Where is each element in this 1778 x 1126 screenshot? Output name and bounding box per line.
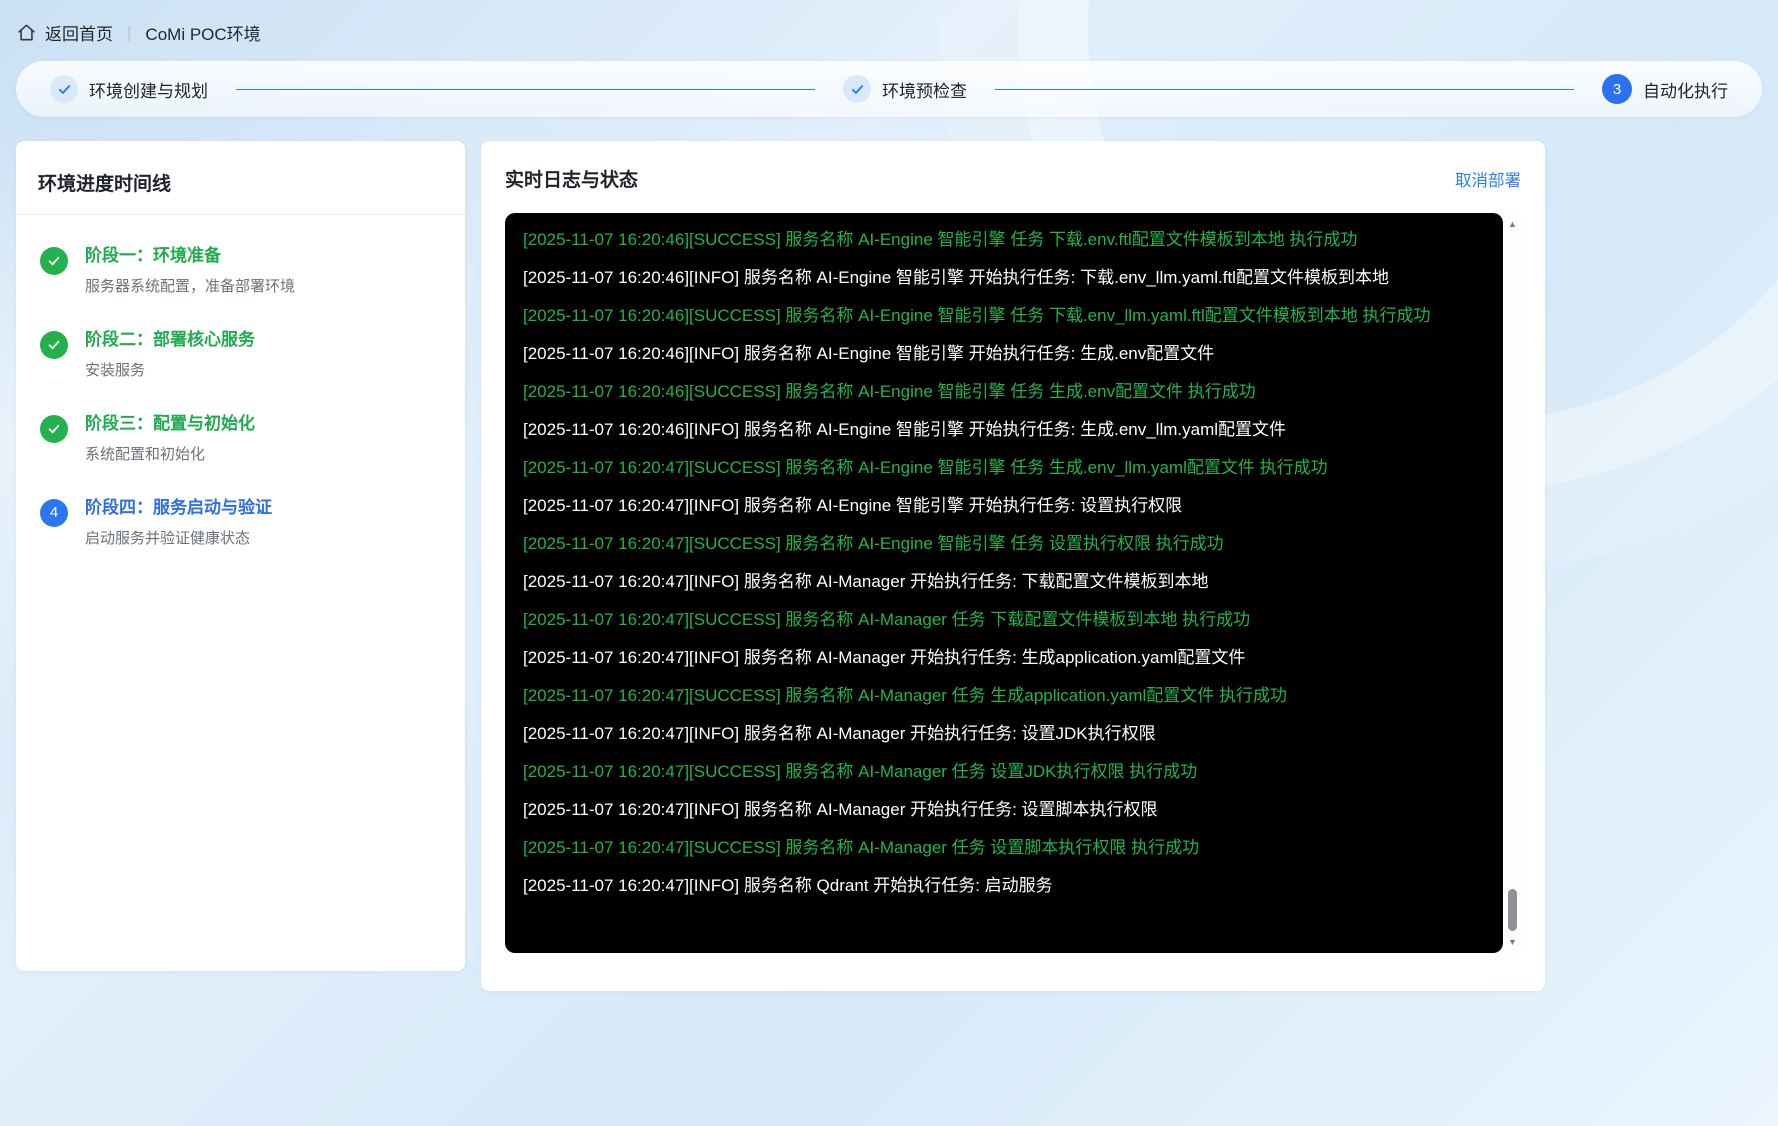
stage-item-2: 阶段二：部署核心服务 安装服务 xyxy=(40,329,441,380)
stage-item-1: 阶段一：环境准备 服务器系统配置，准备部署环境 xyxy=(40,245,441,296)
stage-1-subtitle: 服务器系统配置，准备部署环境 xyxy=(85,275,295,296)
stage-1-check-icon xyxy=(40,247,68,275)
stepper: 环境创建与规划 环境预检查 3 自动化执行 xyxy=(16,61,1762,117)
step-env-precheck[interactable]: 环境预检查 xyxy=(843,75,967,103)
log-line: [2025-11-07 16:20:47][SUCCESS] 服务名称 AI-M… xyxy=(523,753,1487,791)
step-connector-line xyxy=(236,89,815,90)
log-line: [2025-11-07 16:20:47][INFO] 服务名称 AI-Mana… xyxy=(523,715,1487,753)
step-env-create[interactable]: 环境创建与规划 xyxy=(50,75,208,103)
stage-2-subtitle: 安装服务 xyxy=(85,359,255,380)
topbar: 返回首页 | CoMi POC环境 xyxy=(0,0,1778,48)
log-line: [2025-11-07 16:20:47][SUCCESS] 服务名称 AI-M… xyxy=(523,677,1487,715)
stage-item-4: 4 阶段四：服务启动与验证 启动服务并验证健康状态 xyxy=(40,497,441,548)
step-1-label: 环境创建与规划 xyxy=(89,77,208,102)
log-panel: 实时日志与状态 取消部署 [2025-11-07 16:20:46][SUCCE… xyxy=(481,141,1545,991)
stage-3-title: 阶段三：配置与初始化 xyxy=(85,413,255,436)
log-scrollbar[interactable]: ▲ ▼ xyxy=(1504,213,1521,953)
log-panel-title: 实时日志与状态 xyxy=(505,165,638,192)
log-panel-header: 实时日志与状态 取消部署 xyxy=(481,141,1545,192)
log-line: [2025-11-07 16:20:46][SUCCESS] 服务名称 AI-E… xyxy=(523,373,1487,411)
main-content: 环境进度时间线 阶段一：环境准备 服务器系统配置，准备部署环境 xyxy=(16,141,1762,991)
page-title: CoMi POC环境 xyxy=(145,20,260,45)
stage-4-subtitle: 启动服务并验证健康状态 xyxy=(85,527,272,548)
log-line: [2025-11-07 16:20:47][INFO] 服务名称 AI-Mana… xyxy=(523,563,1487,601)
log-line: [2025-11-07 16:20:47][SUCCESS] 服务名称 AI-M… xyxy=(523,829,1487,867)
step-3-number-badge: 3 xyxy=(1602,74,1632,104)
log-line: [2025-11-07 16:20:47][SUCCESS] 服务名称 AI-E… xyxy=(523,525,1487,563)
deployment-page: 返回首页 | CoMi POC环境 环境创建与规划 环境预检查 3 自动化执行 … xyxy=(0,0,1778,1126)
stage-item-3: 阶段三：配置与初始化 系统配置和初始化 xyxy=(40,413,441,464)
scrollbar-thumb[interactable] xyxy=(1508,889,1517,931)
log-line: [2025-11-07 16:20:47][INFO] 服务名称 AI-Mana… xyxy=(523,791,1487,829)
step-connector-line xyxy=(995,89,1574,90)
stage-3-check-icon xyxy=(40,415,68,443)
stage-2-check-icon xyxy=(40,331,68,359)
log-line: [2025-11-07 16:20:47][SUCCESS] 服务名称 AI-M… xyxy=(523,601,1487,639)
log-line: [2025-11-07 16:20:46][SUCCESS] 服务名称 AI-E… xyxy=(523,221,1487,259)
timeline-panel: 环境进度时间线 阶段一：环境准备 服务器系统配置，准备部署环境 xyxy=(16,141,465,971)
log-line: [2025-11-07 16:20:46][SUCCESS] 服务名称 AI-E… xyxy=(523,297,1487,335)
log-line: [2025-11-07 16:20:47][INFO] 服务名称 AI-Mana… xyxy=(523,639,1487,677)
stage-2-title: 阶段二：部署核心服务 xyxy=(85,329,255,352)
stage-3-subtitle: 系统配置和初始化 xyxy=(85,443,255,464)
log-line: [2025-11-07 16:20:46][INFO] 服务名称 AI-Engi… xyxy=(523,335,1487,373)
step-1-check-icon xyxy=(50,75,78,103)
timeline-title: 环境进度时间线 xyxy=(16,141,465,214)
log-line: [2025-11-07 16:20:47][INFO] 服务名称 AI-Engi… xyxy=(523,487,1487,525)
log-line: [2025-11-07 16:20:47][SUCCESS] 服务名称 AI-E… xyxy=(523,449,1487,487)
step-auto-execute[interactable]: 3 自动化执行 xyxy=(1602,74,1728,104)
log-line: [2025-11-07 16:20:47][INFO] 服务名称 Qdrant … xyxy=(523,867,1487,905)
back-home-link[interactable]: 返回首页 xyxy=(16,20,113,45)
stage-1-title: 阶段一：环境准备 xyxy=(85,245,295,268)
log-line: [2025-11-07 16:20:46][INFO] 服务名称 AI-Engi… xyxy=(523,259,1487,297)
stage-4-title: 阶段四：服务启动与验证 xyxy=(85,497,272,520)
step-2-check-icon xyxy=(843,75,871,103)
step-2-label: 环境预检查 xyxy=(882,77,967,102)
log-viewport: [2025-11-07 16:20:46][SUCCESS] 服务名称 AI-E… xyxy=(505,213,1521,953)
cancel-deploy-button[interactable]: 取消部署 xyxy=(1455,167,1521,191)
back-home-label: 返回首页 xyxy=(45,20,113,45)
log-line: [2025-11-07 16:20:46][INFO] 服务名称 AI-Engi… xyxy=(523,411,1487,449)
stage-list: 阶段一：环境准备 服务器系统配置，准备部署环境 阶段二：部署核心服务 安装服务 xyxy=(16,215,465,548)
scroll-up-icon[interactable]: ▲ xyxy=(1504,219,1521,229)
log-console[interactable]: [2025-11-07 16:20:46][SUCCESS] 服务名称 AI-E… xyxy=(505,213,1503,953)
title-separator: | xyxy=(127,23,131,43)
step-3-label: 自动化执行 xyxy=(1643,77,1728,102)
stage-4-number-badge: 4 xyxy=(40,499,68,527)
scroll-down-icon[interactable]: ▼ xyxy=(1504,937,1521,947)
home-icon xyxy=(16,22,37,43)
